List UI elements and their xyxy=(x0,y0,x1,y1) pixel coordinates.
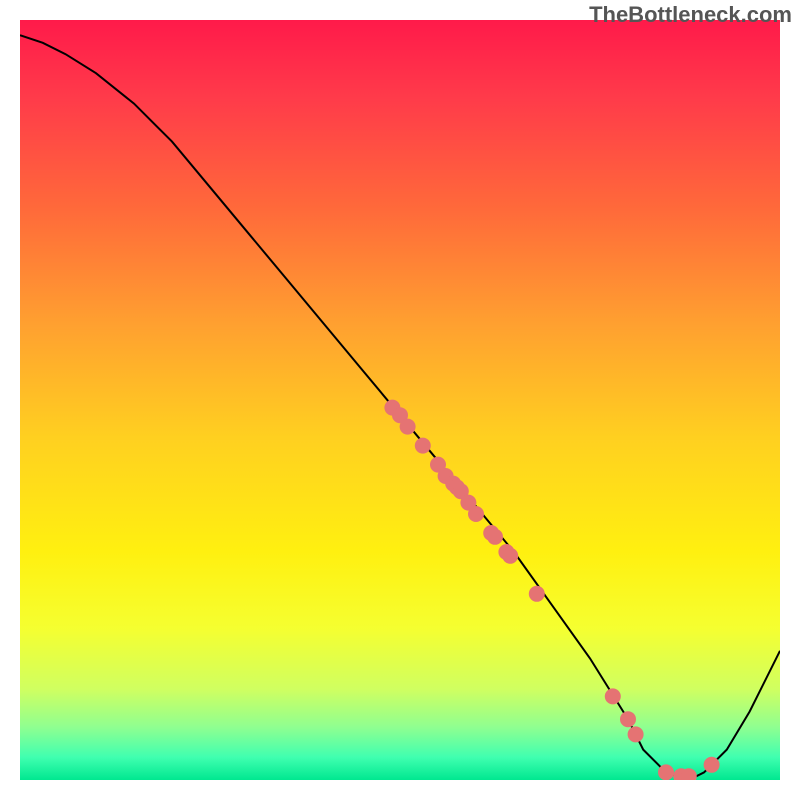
data-point xyxy=(487,529,503,545)
data-point xyxy=(468,506,484,522)
plot-area xyxy=(20,20,780,780)
data-point xyxy=(400,419,416,435)
watermark-text: TheBottleneck.com xyxy=(589,2,792,28)
chart-svg xyxy=(20,20,780,780)
chart-background xyxy=(20,20,780,780)
data-point xyxy=(628,726,644,742)
chart-container: TheBottleneck.com xyxy=(0,0,800,800)
data-point xyxy=(502,548,518,564)
data-point xyxy=(620,711,636,727)
data-point xyxy=(415,438,431,454)
data-point xyxy=(529,586,545,602)
data-point xyxy=(605,688,621,704)
data-point xyxy=(704,757,720,773)
data-point xyxy=(658,764,674,780)
